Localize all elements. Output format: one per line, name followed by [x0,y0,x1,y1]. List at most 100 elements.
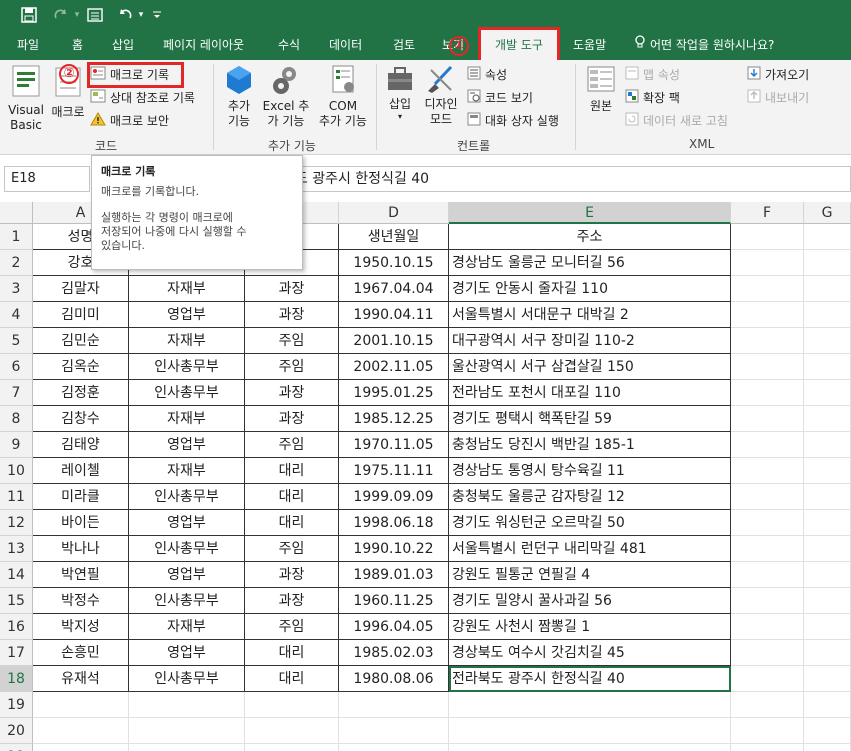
cell-c3[interactable]: 과장 [245,276,339,302]
cell-f5[interactable] [731,328,804,354]
cell-c18[interactable]: 대리 [245,666,339,692]
cell-f1[interactable] [731,224,804,250]
cell-g14[interactable] [804,562,851,588]
cell-g13[interactable] [804,536,851,562]
cell-e3[interactable]: 경기도 안동시 줄자길 110 [449,276,731,302]
cell-b3[interactable]: 자재부 [129,276,245,302]
row-header-19[interactable]: 19 [0,692,33,718]
cell-e18[interactable]: 전라북도 광주시 한정식길 40 [449,666,731,692]
column-header-g[interactable]: G [804,202,851,224]
cell-e1[interactable]: 주소 [449,224,731,250]
xml-source-button[interactable]: 원본 [582,64,620,114]
cell-g21[interactable] [804,744,851,751]
cell-a7[interactable]: 김정훈 [33,380,129,406]
cell-c19[interactable] [245,692,339,718]
cell-b5[interactable]: 자재부 [129,328,245,354]
column-header-e[interactable]: E [449,202,731,224]
cell-c8[interactable]: 과장 [245,406,339,432]
cell-c13[interactable]: 주임 [245,536,339,562]
cell-d7[interactable]: 1995.01.25 [339,380,449,406]
cell-a11[interactable]: 미라클 [33,484,129,510]
visual-basic-button[interactable]: Visual Basic [6,64,46,133]
run-dialog-button[interactable]: 대화 상자 실행 [467,112,559,129]
cell-f4[interactable] [731,302,804,328]
cell-b21[interactable] [129,744,245,751]
cell-c14[interactable]: 과장 [245,562,339,588]
cell-g12[interactable] [804,510,851,536]
cell-a5[interactable]: 김민순 [33,328,129,354]
form-icon[interactable] [84,4,106,26]
cell-d19[interactable] [339,692,449,718]
row-header-17[interactable]: 17 [0,640,33,666]
cell-a14[interactable]: 박연필 [33,562,129,588]
cell-a6[interactable]: 김옥순 [33,354,129,380]
export-button[interactable]: 내보내기 [747,89,809,106]
cell-a19[interactable] [33,692,129,718]
cell-f10[interactable] [731,458,804,484]
cell-d17[interactable]: 1985.02.03 [339,640,449,666]
cell-g5[interactable] [804,328,851,354]
cell-e2[interactable]: 경상남도 울릉군 모니터길 56 [449,250,731,276]
cell-c7[interactable]: 과장 [245,380,339,406]
row-header-7[interactable]: 7 [0,380,33,406]
cell-e15[interactable]: 경기도 밀양시 꿀사과길 56 [449,588,731,614]
save-icon[interactable] [18,4,40,26]
name-box[interactable]: E18 [4,166,90,192]
column-header-d[interactable]: D [339,202,449,224]
cell-d11[interactable]: 1999.09.09 [339,484,449,510]
column-header-f[interactable]: F [731,202,804,224]
tab-help[interactable]: 도움말 [573,30,606,60]
tab-page-layout[interactable]: 페이지 레이아웃 [163,30,244,60]
properties-button[interactable]: 속성 [467,66,507,83]
row-header-21[interactable]: 21 [0,744,33,751]
com-addins-button[interactable]: COM 추가 기능 [314,64,372,129]
cell-e14[interactable]: 강원도 필통군 연필길 4 [449,562,731,588]
tab-developer[interactable]: 개발 도구 [478,27,560,63]
cell-c15[interactable]: 과장 [245,588,339,614]
cell-g11[interactable] [804,484,851,510]
cell-b14[interactable]: 영업부 [129,562,245,588]
cell-e16[interactable]: 강원도 사천시 짬뽕길 1 [449,614,731,640]
cell-g9[interactable] [804,432,851,458]
row-header-2[interactable]: 2 [0,250,33,276]
cell-g2[interactable] [804,250,851,276]
cell-d16[interactable]: 1996.04.05 [339,614,449,640]
cell-c9[interactable]: 주임 [245,432,339,458]
row-header-16[interactable]: 16 [0,614,33,640]
row-header-20[interactable]: 20 [0,718,33,744]
row-header-8[interactable]: 8 [0,406,33,432]
row-header-12[interactable]: 12 [0,510,33,536]
view-code-button[interactable]: 코드 보기 [467,89,533,106]
cell-f19[interactable] [731,692,804,718]
relative-reference-button[interactable]: 상대 참조로 기록 [90,89,195,106]
row-header-4[interactable]: 4 [0,302,33,328]
cell-d5[interactable]: 2001.10.15 [339,328,449,354]
cell-b4[interactable]: 영업부 [129,302,245,328]
row-header-11[interactable]: 11 [0,484,33,510]
cell-d20[interactable] [339,718,449,744]
cell-e6[interactable]: 울산광역시 서구 삼겹살길 150 [449,354,731,380]
cell-d14[interactable]: 1989.01.03 [339,562,449,588]
row-header-5[interactable]: 5 [0,328,33,354]
tab-file[interactable]: 파일 [17,30,39,60]
cell-g6[interactable] [804,354,851,380]
cell-g16[interactable] [804,614,851,640]
row-header-15[interactable]: 15 [0,588,33,614]
cell-a16[interactable]: 박지성 [33,614,129,640]
cell-b13[interactable]: 인사총무부 [129,536,245,562]
cell-f16[interactable] [731,614,804,640]
cell-f21[interactable] [731,744,804,751]
cell-f17[interactable] [731,640,804,666]
cell-e7[interactable]: 전라남도 포천시 대포길 110 [449,380,731,406]
cell-a4[interactable]: 김미미 [33,302,129,328]
cell-d2[interactable]: 1950.10.15 [339,250,449,276]
cell-e21[interactable] [449,744,731,751]
cell-e8[interactable]: 경기도 평택시 핵폭탄길 59 [449,406,731,432]
cell-d18[interactable]: 1980.08.06 [339,666,449,692]
cell-g4[interactable] [804,302,851,328]
redo-dropdown-icon[interactable]: ▾ [72,4,82,26]
cell-b10[interactable]: 자재부 [129,458,245,484]
customize-qat-icon[interactable] [150,4,164,26]
cell-g18[interactable] [804,666,851,692]
cell-f6[interactable] [731,354,804,380]
